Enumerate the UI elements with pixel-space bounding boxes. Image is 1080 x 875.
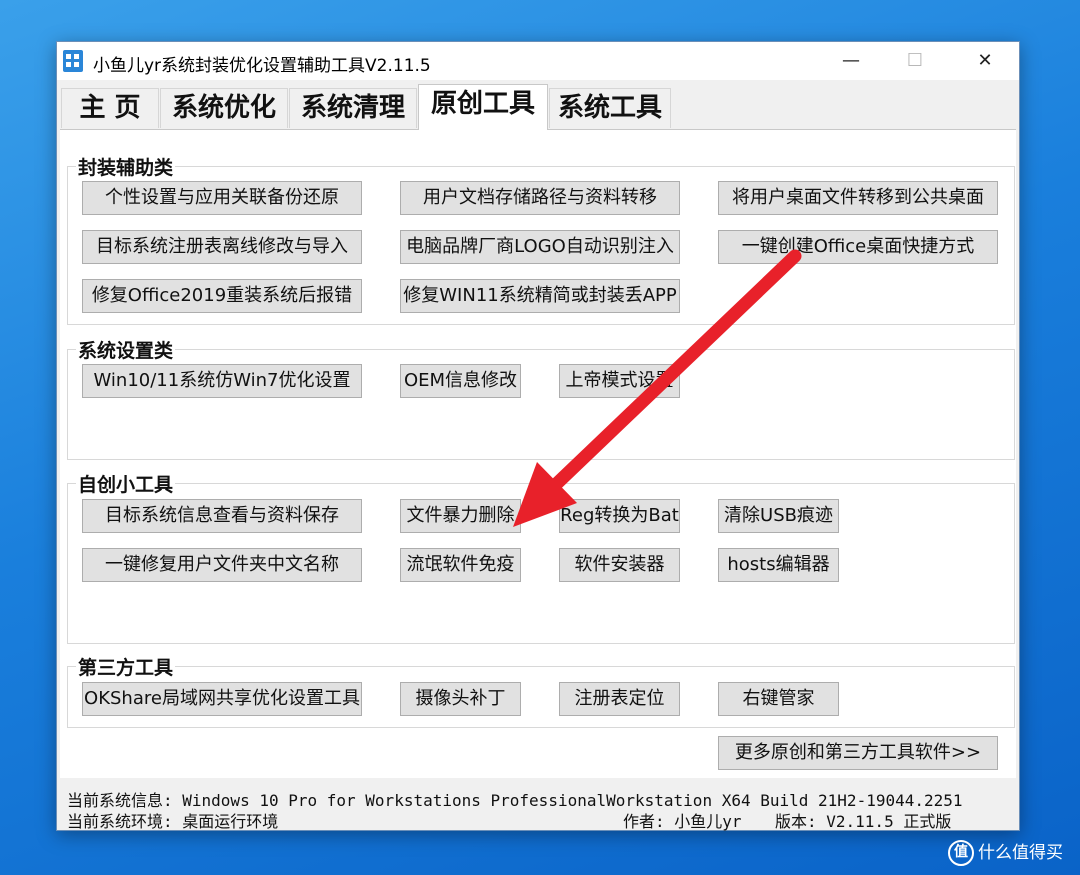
minimize-button[interactable]: — [819, 42, 883, 80]
registry-locate-button[interactable]: 注册表定位 [559, 682, 680, 716]
watermark-logo-icon: 值 [948, 840, 974, 866]
doc-path-transfer-button[interactable]: 用户文档存储路径与资料转移 [400, 181, 680, 215]
watermark-text: 什么值得买 [978, 843, 1063, 863]
version-text: 版本: V2.11.5 正式版 [775, 812, 952, 831]
tab-panel: 封装辅助类 个性设置与应用关联备份还原 用户文档存储路径与资料转移 将用户桌面文… [60, 129, 1016, 778]
group-own-tools-title: 自创小工具 [76, 470, 176, 497]
fix-office2019-button[interactable]: 修复Office2019重装系统后报错 [82, 279, 362, 313]
god-mode-button[interactable]: 上帝模式设置 [559, 364, 680, 398]
watermark: 值什么值得买 [948, 838, 1063, 866]
oem-info-button[interactable]: OEM信息修改 [400, 364, 521, 398]
title-bar[interactable]: 小鱼儿yr系统封装优化设置辅助工具V2.11.5 — ☐ ✕ [57, 42, 1019, 80]
group-packaging-title: 封装辅助类 [76, 153, 176, 180]
context-menu-button[interactable]: 右键管家 [718, 682, 839, 716]
software-installer-button[interactable]: 软件安装器 [559, 548, 680, 582]
win7-style-button[interactable]: Win10/11系统仿Win7优化设置 [82, 364, 362, 398]
tab-original-tools[interactable]: 原创工具 [418, 84, 548, 130]
tab-home[interactable]: 主 页 [61, 88, 159, 128]
fix-win11-app-button[interactable]: 修复WIN11系统精简或封装丢APP [400, 279, 680, 313]
oem-logo-inject-button[interactable]: 电脑品牌厂商LOGO自动识别注入 [400, 230, 680, 264]
group-system-settings-title: 系统设置类 [76, 336, 176, 363]
reg-to-bat-button[interactable]: Reg转换为Bat [559, 499, 680, 533]
offline-registry-button[interactable]: 目标系统注册表离线修改与导入 [82, 230, 362, 264]
clear-usb-button[interactable]: 清除USB痕迹 [718, 499, 839, 533]
rogue-immune-button[interactable]: 流氓软件免疫 [400, 548, 521, 582]
app-window: 小鱼儿yr系统封装优化设置辅助工具V2.11.5 — ☐ ✕ 主 页 系统优化 … [56, 41, 1020, 831]
force-delete-button[interactable]: 文件暴力删除 [400, 499, 521, 533]
okshare-button[interactable]: OKShare局域网共享优化设置工具 [82, 682, 362, 716]
sysinfo-save-button[interactable]: 目标系统信息查看与资料保存 [82, 499, 362, 533]
camera-patch-button[interactable]: 摄像头补丁 [400, 682, 521, 716]
system-env-text: 当前系统环境: 桌面运行环境 [67, 812, 279, 831]
maximize-button[interactable]: ☐ [883, 42, 947, 80]
desktop-to-public-button[interactable]: 将用户桌面文件转移到公共桌面 [718, 181, 998, 215]
tab-system-tools[interactable]: 系统工具 [549, 88, 671, 128]
tab-system-optimize[interactable]: 系统优化 [160, 88, 288, 128]
close-button[interactable]: ✕ [953, 42, 1017, 80]
tab-system-clean[interactable]: 系统清理 [289, 88, 417, 128]
tab-strip: 主 页 系统优化 系统清理 原创工具 系统工具 [61, 84, 1011, 130]
app-logo-icon [63, 50, 83, 72]
more-tools-button[interactable]: 更多原创和第三方工具软件>> [718, 736, 998, 770]
window-title: 小鱼儿yr系统封装优化设置辅助工具V2.11.5 [93, 56, 431, 76]
backup-restore-button[interactable]: 个性设置与应用关联备份还原 [82, 181, 362, 215]
fix-user-folder-button[interactable]: 一键修复用户文件夹中文名称 [82, 548, 362, 582]
office-shortcut-button[interactable]: 一键创建Office桌面快捷方式 [718, 230, 998, 264]
group-third-party-title: 第三方工具 [76, 653, 176, 680]
author-text: 作者: 小鱼儿yr [623, 812, 742, 831]
hosts-editor-button[interactable]: hosts编辑器 [718, 548, 839, 582]
